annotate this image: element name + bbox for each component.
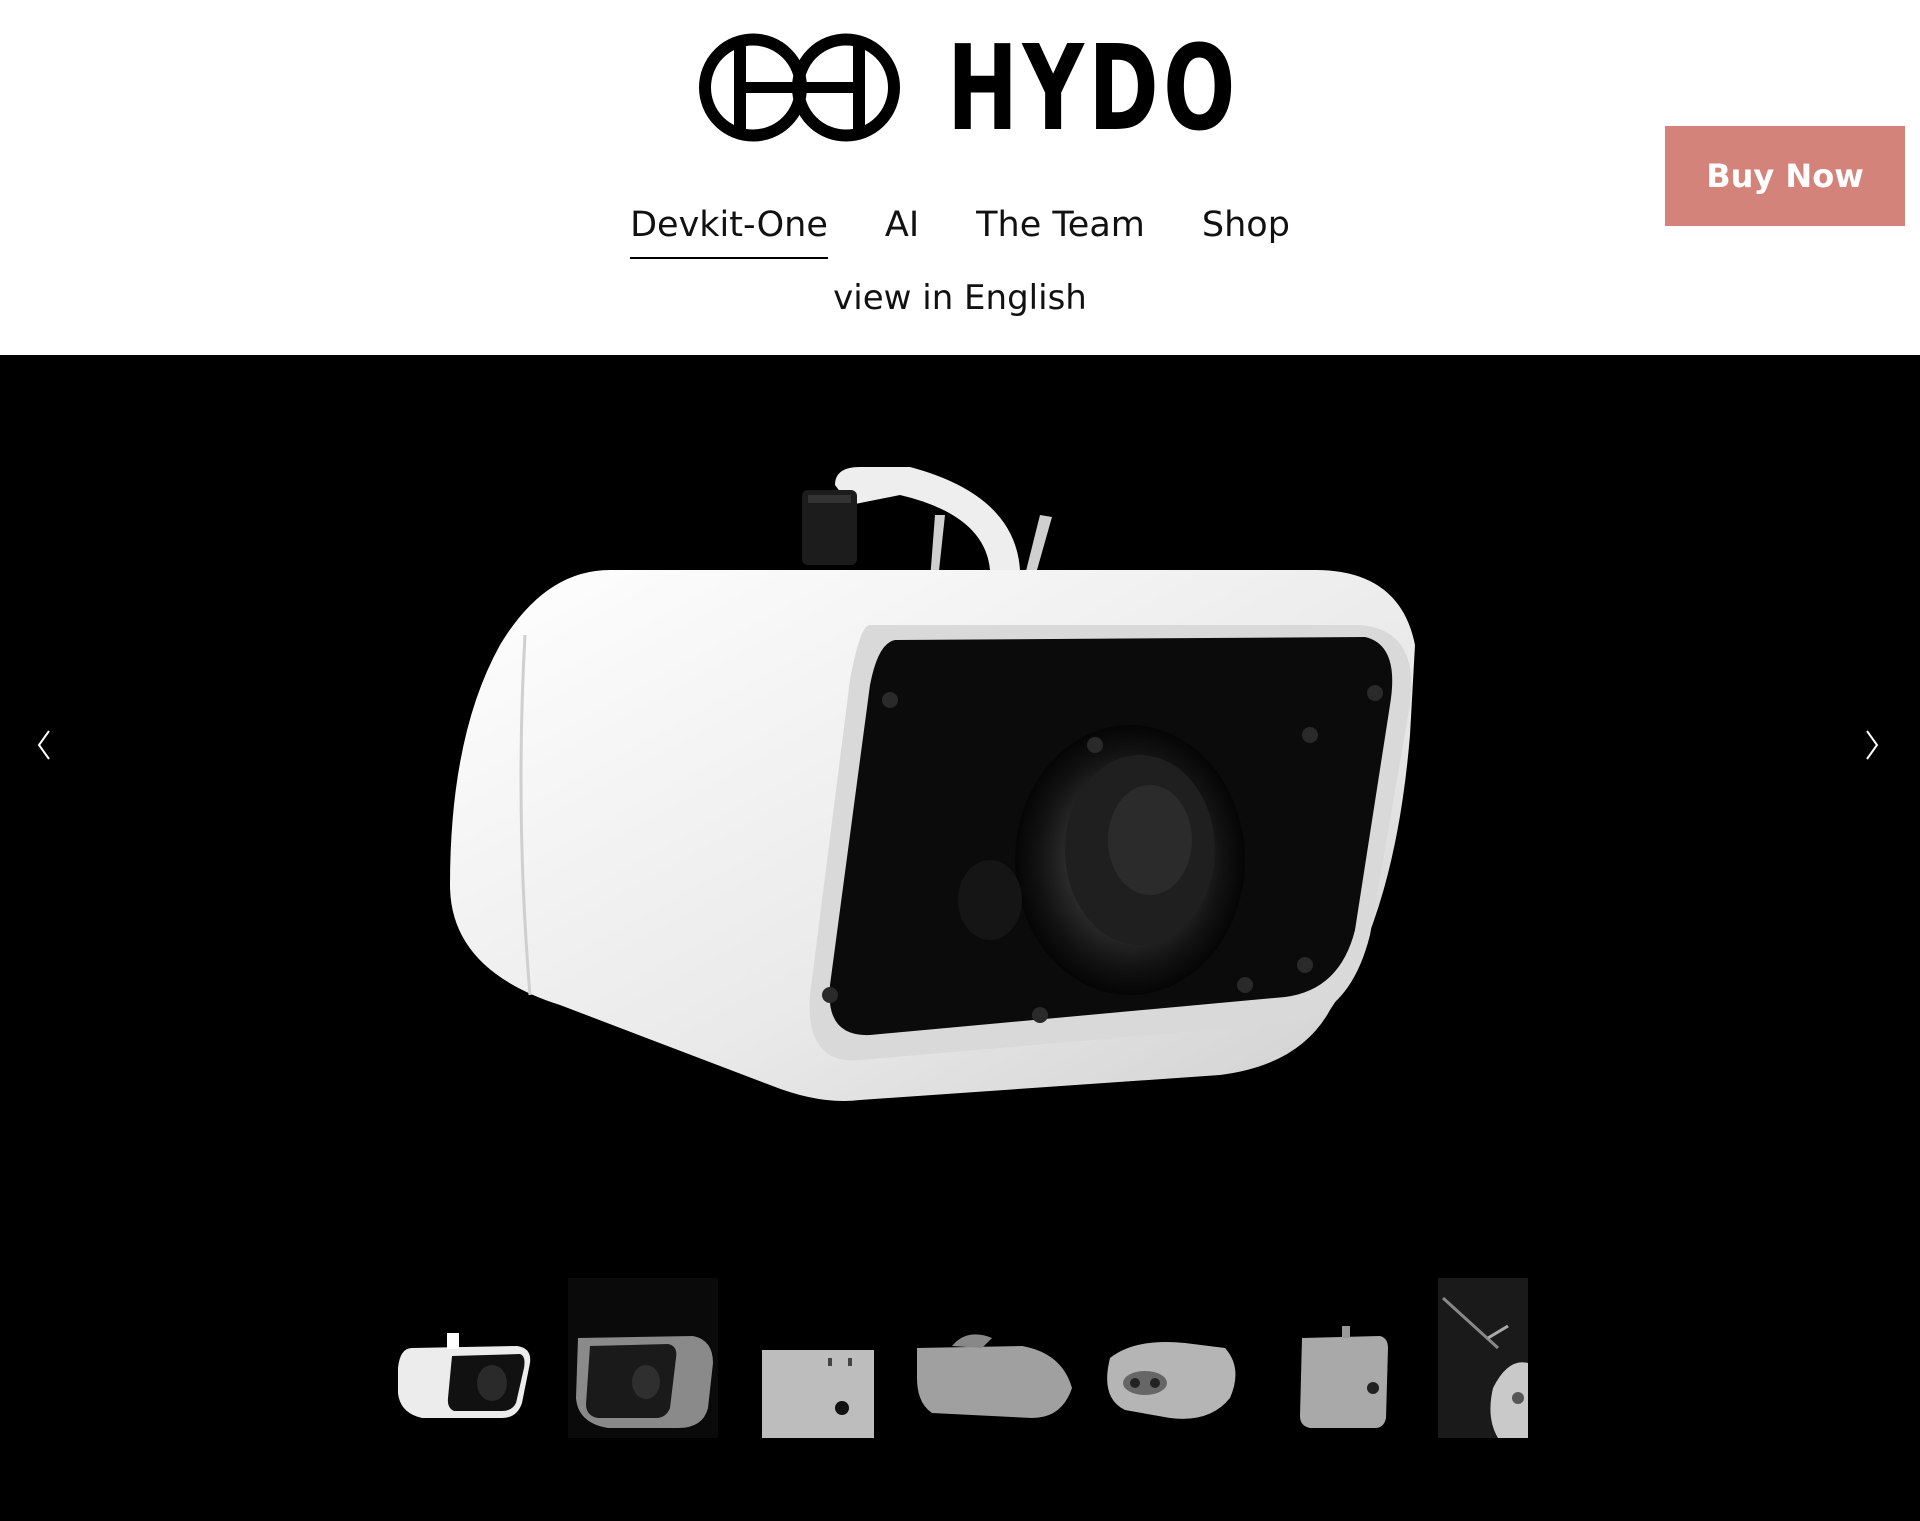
- brand-logo[interactable]: HYDO: [696, 18, 1353, 157]
- thumbnail-4[interactable]: [912, 1278, 1072, 1438]
- thumbnail-strip: [0, 1278, 1920, 1438]
- hydo-logo-icon: [699, 33, 900, 142]
- chevron-left-icon: [37, 730, 50, 760]
- product-carousel: [0, 355, 1920, 1521]
- brand-name: HYDO: [947, 18, 1240, 157]
- nav-item-shop[interactable]: Shop: [1202, 205, 1290, 259]
- carousel-prev[interactable]: [24, 715, 64, 775]
- carousel-next[interactable]: [1852, 715, 1892, 775]
- nav-item-the-team[interactable]: The Team: [976, 205, 1145, 259]
- thumbnail-1[interactable]: [392, 1278, 542, 1438]
- language-link[interactable]: view in English: [833, 278, 1087, 318]
- buy-now-button[interactable]: Buy Now: [1665, 126, 1905, 226]
- thumbnail-2[interactable]: [568, 1278, 718, 1438]
- thumbnail-6[interactable]: [1280, 1278, 1420, 1438]
- thumbnail-7[interactable]: [1438, 1278, 1528, 1438]
- chevron-right-icon: [1866, 730, 1879, 760]
- thumbnail-5[interactable]: [1095, 1278, 1245, 1438]
- thumbnail-3[interactable]: [760, 1278, 880, 1438]
- language-switch: view in English: [0, 278, 1920, 318]
- nav-item-devkit-one[interactable]: Devkit-One: [630, 205, 828, 259]
- main-nav: Devkit-One AI The Team Shop: [0, 205, 1920, 259]
- product-image: [450, 467, 1415, 1101]
- site-header: HYDO Devkit-One AI The Team Shop view in…: [0, 0, 1920, 355]
- nav-item-ai[interactable]: AI: [885, 205, 919, 259]
